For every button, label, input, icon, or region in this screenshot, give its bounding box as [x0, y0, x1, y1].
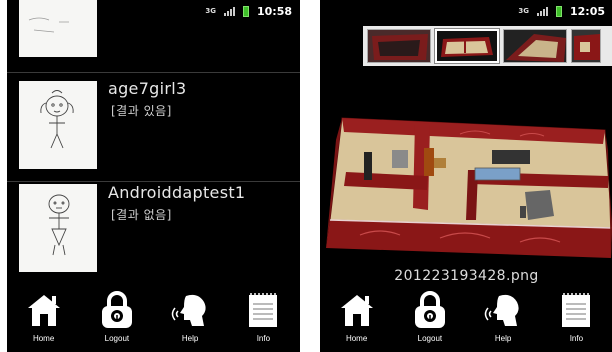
bottom-nav: Home Logout Help Info — [7, 282, 300, 352]
home-label: Home — [32, 334, 55, 343]
result-status: [결과 있음] — [111, 104, 172, 118]
drawing-thumbnail — [19, 81, 97, 169]
drawing-thumbnail — [19, 0, 97, 57]
notepad-icon — [241, 290, 285, 330]
help-label: Help — [181, 334, 199, 343]
drawing-thumbnail — [19, 184, 97, 272]
3d-room-view[interactable] — [320, 110, 612, 270]
info-button[interactable]: Info — [546, 290, 606, 343]
room-thumbnail[interactable] — [367, 29, 431, 63]
help-speaker-icon — [168, 290, 212, 330]
notepad-icon — [554, 290, 598, 330]
girl-sketch-image — [40, 90, 74, 149]
help-button[interactable]: Help — [160, 290, 220, 343]
info-button[interactable]: Info — [233, 290, 293, 343]
logout-label: Logout — [104, 334, 130, 343]
battery-icon — [555, 5, 562, 17]
help-button[interactable]: Help — [473, 290, 533, 343]
room-thumbnail[interactable] — [571, 29, 601, 63]
info-label: Info — [569, 334, 584, 343]
home-button[interactable]: Home — [327, 290, 387, 343]
list-item[interactable] — [7, 0, 300, 72]
status-bar: 3G 12:05 — [320, 0, 612, 22]
lock-icon — [408, 290, 452, 330]
image-thumbnail-strip — [363, 26, 612, 66]
signal-icon — [536, 6, 548, 16]
child-sketch-image — [48, 194, 70, 256]
logout-button[interactable]: Logout — [87, 290, 147, 343]
clock: 12:05 — [569, 4, 605, 18]
sketch-image — [28, 17, 69, 33]
help-label: Help — [494, 334, 512, 343]
help-speaker-icon — [481, 290, 525, 330]
drawing-title: age7girl3 — [108, 79, 187, 98]
home-button[interactable]: Home — [14, 290, 74, 343]
home-label: Home — [345, 334, 368, 343]
lock-icon — [95, 290, 139, 330]
left-phone-screen: 3G 10:58 age7girl3 [결과 있음] Androiddaptes… — [7, 0, 300, 352]
list-item[interactable]: Androiddaptest1 [결과 없음] — [7, 182, 300, 274]
network-type: 3G — [518, 6, 529, 15]
home-icon — [335, 290, 379, 330]
home-icon — [22, 290, 66, 330]
bottom-nav: Home Logout Help Info — [320, 282, 612, 352]
info-label: Info — [256, 334, 271, 343]
list-item[interactable]: age7girl3 [결과 있음] — [7, 73, 300, 180]
logout-label: Logout — [417, 334, 443, 343]
room-thumbnail[interactable] — [503, 29, 567, 63]
drawing-list: age7girl3 [결과 있음] Androiddaptest1 [결과 없음… — [7, 0, 300, 275]
result-status: [결과 없음] — [111, 208, 172, 222]
right-phone-screen: 3G 12:05 201223193428.png Home Logout He… — [320, 0, 612, 352]
drawing-title: Androiddaptest1 — [108, 183, 246, 202]
logout-button[interactable]: Logout — [400, 290, 460, 343]
room-thumbnail-selected[interactable] — [435, 29, 499, 63]
